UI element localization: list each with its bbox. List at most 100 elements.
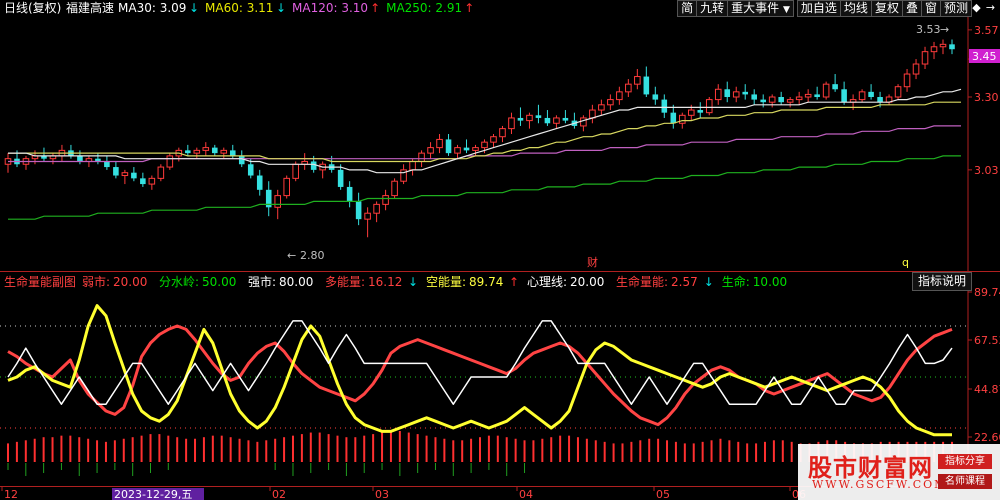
candle-body (121, 172, 129, 177)
candle-body (355, 201, 362, 220)
candle-body (193, 149, 201, 154)
ma-legend-arrow: ↑ (464, 1, 474, 15)
ma-legend: MA30: 3.09 ↓ MA60: 3.11 ↓ MA120: 3.10 ↑ MA250:… (118, 1, 474, 15)
price-tick-label: 3.30 (974, 91, 999, 104)
candle-body (939, 43, 947, 48)
candle-body (598, 104, 605, 111)
candle-body (589, 109, 596, 119)
candle-body (697, 110, 704, 113)
date-tick-label: 03 (375, 488, 389, 500)
candle-body (778, 97, 784, 103)
indicator-legend-value: 80.00 (279, 275, 313, 289)
candle-body (580, 117, 587, 127)
nine-turn-button[interactable]: 九转 (696, 0, 729, 17)
candle-body (77, 155, 83, 162)
candle-body (643, 76, 650, 95)
window-button[interactable]: 窗 (920, 0, 941, 17)
price-tick-label: 3.03 (974, 164, 999, 177)
indicator-legend-label: 生命: (722, 274, 750, 289)
finance-event-marker[interactable]: 财 (587, 255, 598, 269)
ma-button[interactable]: 均线 (839, 0, 872, 17)
adjust-button[interactable]: 复权 (870, 0, 903, 17)
ma-legend-value: MA250: 2.91 (386, 1, 462, 15)
indicator-tick-label: 44.87 (974, 383, 1000, 396)
candle-body (868, 91, 874, 98)
ma-legend-arrow: ↓ (189, 1, 199, 15)
indicator-name[interactable]: 生命量能副图 (4, 274, 76, 289)
candle-body (292, 163, 299, 179)
candle-body (553, 117, 560, 124)
indicator-legend-label: 强市: (248, 274, 276, 289)
watermark: 股市财富网 WWW.GSCFW.COM 指标分享 名师课程 (798, 444, 1000, 500)
indicator-legend-arrow: ↓ (408, 275, 418, 289)
candle-body (930, 46, 938, 53)
watermark-tag-course: 名师课程 (938, 474, 992, 489)
indicator-legend-arrow: ↑ (509, 275, 519, 289)
candle-body (409, 160, 416, 171)
candle-body (364, 212, 371, 220)
candle-body (445, 139, 452, 154)
candle-body (921, 51, 929, 65)
date-tick-label: 12 (4, 488, 18, 500)
current-price-label: 3.45 (972, 50, 997, 63)
candle-body (157, 166, 165, 179)
candle-body (490, 136, 497, 143)
candle-body (517, 117, 524, 121)
chart-stage: 日线(复权) 福建高速 MA30: 3.09 ↓ MA60: 3.11 ↓ MA120:… (0, 0, 1000, 500)
candle-body (472, 147, 479, 151)
forecast-button[interactable]: 预测 (939, 0, 972, 17)
candle-body (804, 93, 812, 98)
candle-body (526, 114, 533, 122)
candle-body (742, 91, 749, 95)
candle-body (310, 161, 317, 170)
candle-body (822, 83, 830, 98)
candle-body (625, 83, 632, 93)
candle-body (670, 112, 677, 124)
candle-body (391, 180, 398, 197)
candle-body (724, 89, 731, 98)
candle-body (652, 94, 659, 100)
candle-body (714, 88, 722, 101)
candle-body (634, 76, 641, 85)
indicator-legend-value: 20.00 (113, 275, 147, 289)
candle-body (795, 96, 803, 101)
candle-body (373, 203, 380, 214)
candle-body (894, 86, 902, 98)
candle-body (858, 91, 866, 101)
indicator-legend-label: 心理线: (527, 275, 567, 289)
candle-body (166, 155, 174, 168)
candle-body (185, 150, 191, 154)
indicator-legend-value: 10.00 (753, 275, 787, 289)
ma-legend-value: MA120: 3.10 (292, 1, 368, 15)
candle-body (463, 147, 470, 151)
candle-body (751, 94, 757, 100)
candle-body (337, 169, 344, 187)
candle-body (148, 177, 156, 185)
indicator-explain-button[interactable]: 指标说明 (912, 272, 972, 291)
arrow-right-icon[interactable]: → (984, 0, 997, 15)
ma-legend-arrow: ↑ (370, 1, 380, 15)
candle-body (229, 150, 236, 156)
candle-body (786, 99, 794, 103)
diamond-icon[interactable]: ◆ (970, 0, 983, 15)
date-tick-label: 05 (656, 488, 670, 500)
ma-legend-value: MA60: 3.11 (205, 1, 273, 15)
overlay-button[interactable]: 叠 (901, 0, 922, 17)
candle-body (903, 73, 911, 88)
ma-legend-value: MA30: 3.09 (118, 1, 186, 15)
candle-body (104, 161, 110, 168)
indicator-tick-label: 89.74 (974, 286, 1000, 299)
major-events-button[interactable]: 重大事件 ▼ (727, 0, 794, 17)
candle-body (949, 44, 955, 50)
q-event-marker[interactable]: q (902, 256, 909, 269)
add-favorite-button[interactable]: 加自选 (796, 0, 841, 17)
high-price-arrow: → (940, 23, 949, 36)
selected-date-label: 2023-12-29,五 (114, 488, 192, 500)
candle-body (732, 91, 740, 98)
indicator-tick-label: 22.60 (974, 431, 1000, 444)
indicator-legend-value: 89.74 (469, 275, 503, 289)
candle-body (705, 99, 713, 114)
indicator-legend-arrow: ↓ (704, 275, 714, 289)
simple-button[interactable]: 简 (677, 0, 698, 17)
candle-body (481, 141, 488, 149)
